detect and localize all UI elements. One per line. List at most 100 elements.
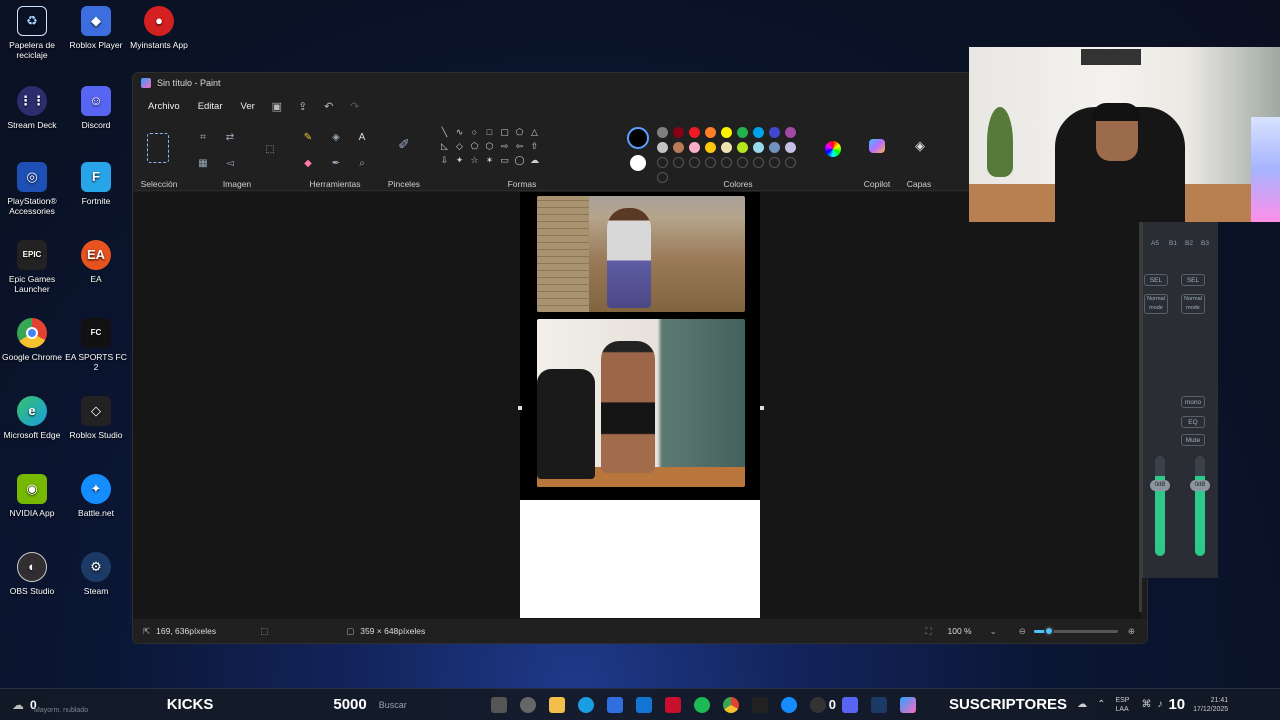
volume-icon[interactable]: ♪ xyxy=(1157,699,1162,710)
flip-icon[interactable]: ◅ xyxy=(223,157,237,171)
edge-taskbar-icon[interactable] xyxy=(578,696,595,713)
resize-icon[interactable]: ⇄ xyxy=(223,131,237,145)
vote-app-icon[interactable] xyxy=(665,696,682,713)
secondary-color-swatch[interactable] xyxy=(630,155,646,171)
desktop-icon-nvidia[interactable]: ◉ NVIDIA App xyxy=(1,474,63,518)
custom-color-slot[interactable] xyxy=(737,157,748,168)
oval-shape-icon[interactable]: ○ xyxy=(467,127,482,138)
color-swatch[interactable] xyxy=(769,127,780,138)
rect-shape-icon[interactable]: □ xyxy=(482,127,497,138)
menu-archivo[interactable]: Archivo xyxy=(141,97,187,116)
mixer-gain-knob[interactable]: 0dB xyxy=(1150,480,1170,491)
color-swatch[interactable] xyxy=(753,127,764,138)
zoom-slider-thumb[interactable] xyxy=(1043,625,1054,636)
color-swatch[interactable] xyxy=(657,142,668,153)
oval-callout-shape-icon[interactable]: ◯ xyxy=(512,155,527,166)
zoom-level[interactable]: 100 % xyxy=(948,626,972,636)
file-explorer-icon[interactable] xyxy=(549,696,566,713)
pentagon-shape-icon[interactable]: ⬠ xyxy=(467,141,482,152)
crop-icon[interactable]: ⌗ xyxy=(196,131,210,145)
color-swatch[interactable] xyxy=(689,127,700,138)
resize-handle-left[interactable] xyxy=(518,406,522,410)
eraser-icon[interactable]: ◆ xyxy=(301,157,315,171)
mixer-sel-button[interactable]: SEL xyxy=(1181,274,1205,286)
magnifier-icon[interactable]: ⌕ xyxy=(355,157,369,171)
right-arrow-shape-icon[interactable]: ⇨ xyxy=(497,141,512,152)
color-swatch[interactable] xyxy=(657,127,668,138)
task-view-icon[interactable] xyxy=(491,696,508,713)
cloud-callout-shape-icon[interactable]: ☁ xyxy=(527,155,542,166)
mixer-fader[interactable] xyxy=(1155,456,1165,556)
right-triangle-shape-icon[interactable]: ◺ xyxy=(437,141,452,152)
callout-shape-icon[interactable]: ▭ xyxy=(497,155,512,166)
copilot-icon[interactable] xyxy=(869,139,885,153)
obs-taskbar-icon[interactable] xyxy=(810,696,827,713)
zoom-slider[interactable] xyxy=(1033,625,1118,636)
primary-color-swatch[interactable] xyxy=(627,127,649,149)
custom-color-slot[interactable] xyxy=(753,157,764,168)
canvas-area[interactable] xyxy=(133,192,1142,622)
color-swatch[interactable] xyxy=(721,127,732,138)
undo-icon[interactable]: ↶ xyxy=(318,100,340,113)
color-swatch[interactable] xyxy=(705,142,716,153)
color-picker-icon[interactable]: ✒ xyxy=(329,157,343,171)
mixer-mode-button[interactable]: Normal mode xyxy=(1144,294,1168,314)
epic-taskbar-icon[interactable] xyxy=(752,696,769,713)
left-arrow-shape-icon[interactable]: ⇦ xyxy=(512,141,527,152)
edit-colors-icon[interactable] xyxy=(825,141,841,157)
chevron-down-icon[interactable]: ⌄ xyxy=(990,626,997,637)
paint-taskbar-icon[interactable] xyxy=(900,696,917,713)
triangle-shape-icon[interactable]: △ xyxy=(527,127,542,138)
mixer-mono-button[interactable]: mono xyxy=(1181,396,1205,408)
line-shape-icon[interactable]: ╲ xyxy=(437,127,452,138)
canvas-blank-area[interactable] xyxy=(520,500,760,618)
custom-color-slot[interactable] xyxy=(657,157,668,168)
color-swatch[interactable] xyxy=(785,142,796,153)
desktop-icon-roblox-studio[interactable]: ◇ Roblox Studio xyxy=(65,396,127,440)
desktop-icon-battlenet[interactable]: ✦ Battle.net xyxy=(65,474,127,518)
mixer-fader[interactable] xyxy=(1195,456,1205,556)
shapes-gallery[interactable]: ╲ ∿ ○ □ ▢ ⬠ △ ◺ ◇ ⬠ ⬡ ⇨ ⇦ ⇧ ⇩ ✦ ☆ ✶ ▭ ◯ ☁ xyxy=(437,127,542,166)
color-swatch[interactable] xyxy=(769,142,780,153)
color-swatch[interactable] xyxy=(673,127,684,138)
store-icon[interactable] xyxy=(607,696,624,713)
share-icon[interactable]: ⇪ xyxy=(292,100,314,113)
canvas-sheet[interactable] xyxy=(520,192,760,618)
curve-shape-icon[interactable]: ∿ xyxy=(452,127,467,138)
custom-color-slot[interactable] xyxy=(769,157,780,168)
chevron-up-icon[interactable]: ⌃ xyxy=(1097,699,1105,710)
mixer-mute-button[interactable]: Mute xyxy=(1181,434,1205,446)
color-swatch[interactable] xyxy=(737,142,748,153)
diamond-shape-icon[interactable]: ◇ xyxy=(452,141,467,152)
fit-to-window-icon[interactable]: ⛶ xyxy=(926,626,932,637)
color-swatch[interactable] xyxy=(737,127,748,138)
color-swatch[interactable] xyxy=(785,127,796,138)
fill-icon[interactable]: ◈ xyxy=(329,131,343,145)
cloud-icon[interactable]: ☁ xyxy=(1077,699,1087,710)
battlenet-taskbar-icon[interactable] xyxy=(781,696,798,713)
brush-icon[interactable]: ✐ xyxy=(397,137,411,151)
discord-taskbar-icon[interactable] xyxy=(842,696,859,713)
desktop-icon-ea[interactable]: EA EA xyxy=(65,240,127,284)
mixer-mode-button[interactable]: Normal mode xyxy=(1181,294,1205,314)
image-select-icon[interactable]: ⬚ xyxy=(263,143,277,157)
desktop-icon-ea-fc[interactable]: FC EA SPORTS FC 2 xyxy=(65,318,127,372)
mixer-eq-button[interactable]: EQ xyxy=(1181,416,1205,428)
rotate-icon[interactable]: ▦ xyxy=(196,157,210,171)
desktop-icon-obs[interactable]: ◐ OBS Studio xyxy=(1,552,63,596)
desktop-icon-stream-deck[interactable]: ⋮⋮ Stream Deck xyxy=(1,86,63,130)
custom-color-slot[interactable] xyxy=(673,157,684,168)
desktop-icon-discord[interactable]: ☺ Discord xyxy=(65,86,127,130)
selection-tool-icon[interactable] xyxy=(147,133,169,163)
resize-handle-right[interactable] xyxy=(760,406,764,410)
color-swatch[interactable] xyxy=(689,142,700,153)
desktop-icon-roblox-player[interactable]: ◆ Roblox Player xyxy=(65,6,127,50)
layers-icon[interactable]: ◈ xyxy=(913,139,927,153)
up-arrow-shape-icon[interactable]: ⇧ xyxy=(527,141,542,152)
color-swatch[interactable] xyxy=(705,127,716,138)
unity-icon[interactable] xyxy=(520,696,537,713)
chrome-taskbar-icon[interactable] xyxy=(723,696,740,713)
desktop-icon-fortnite[interactable]: F Fortnite xyxy=(65,162,127,206)
desktop-icon-playstation[interactable]: ◎ PlayStation® Accessories xyxy=(1,162,63,216)
desktop-icon-steam[interactable]: ⚙ Steam xyxy=(65,552,127,596)
